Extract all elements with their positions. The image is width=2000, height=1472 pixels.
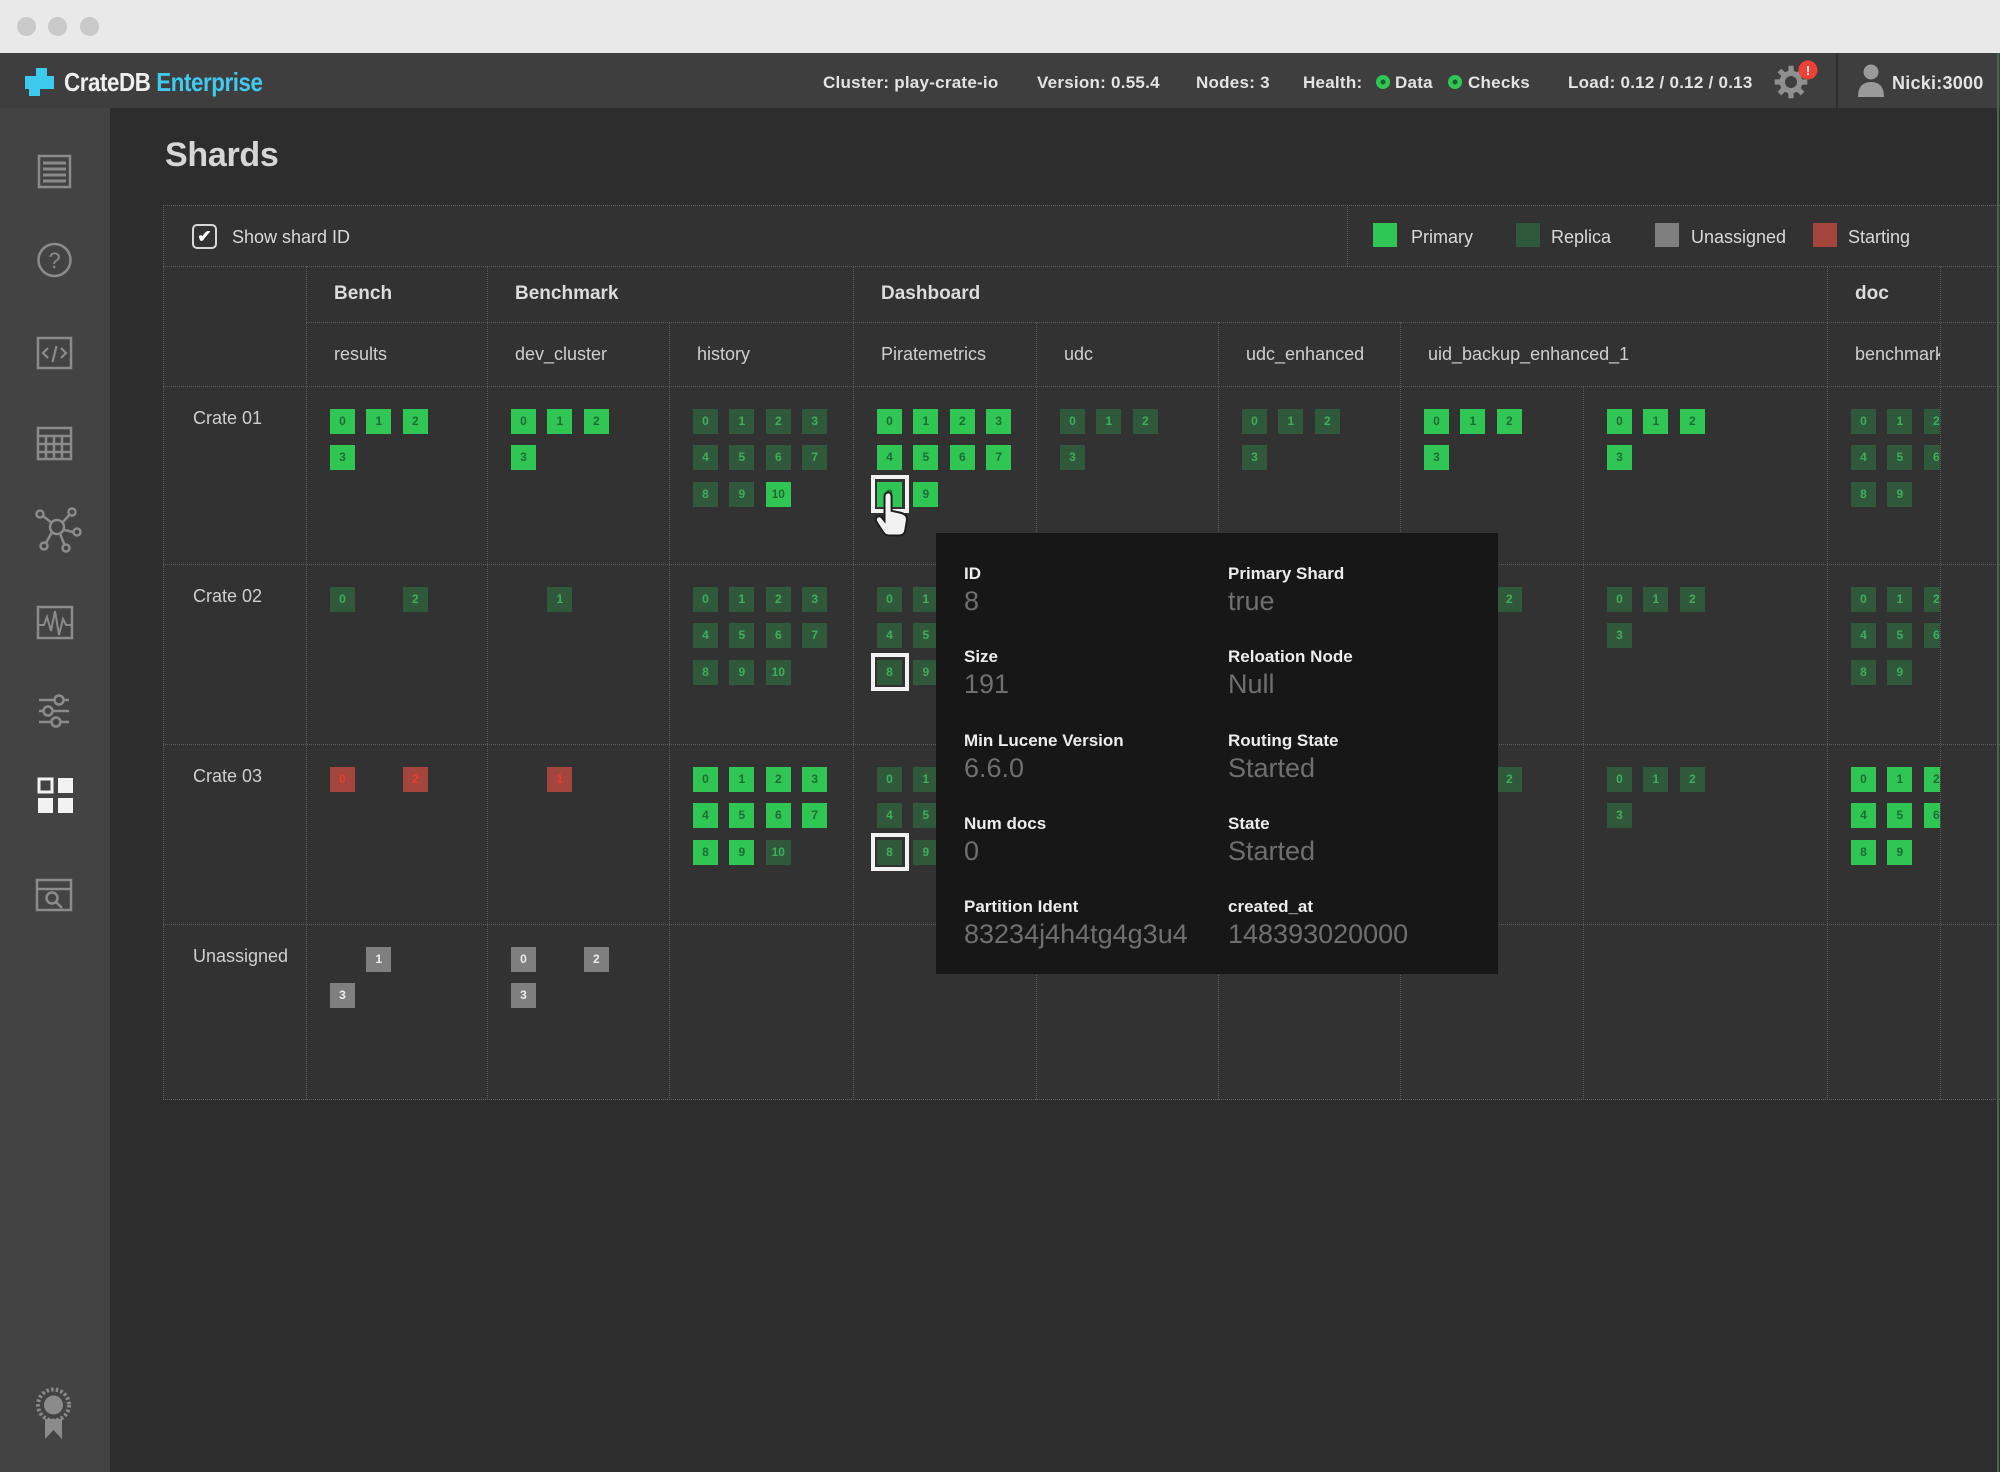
svg-text:?: ?: [48, 248, 60, 273]
svg-text:!: !: [1806, 63, 1810, 78]
